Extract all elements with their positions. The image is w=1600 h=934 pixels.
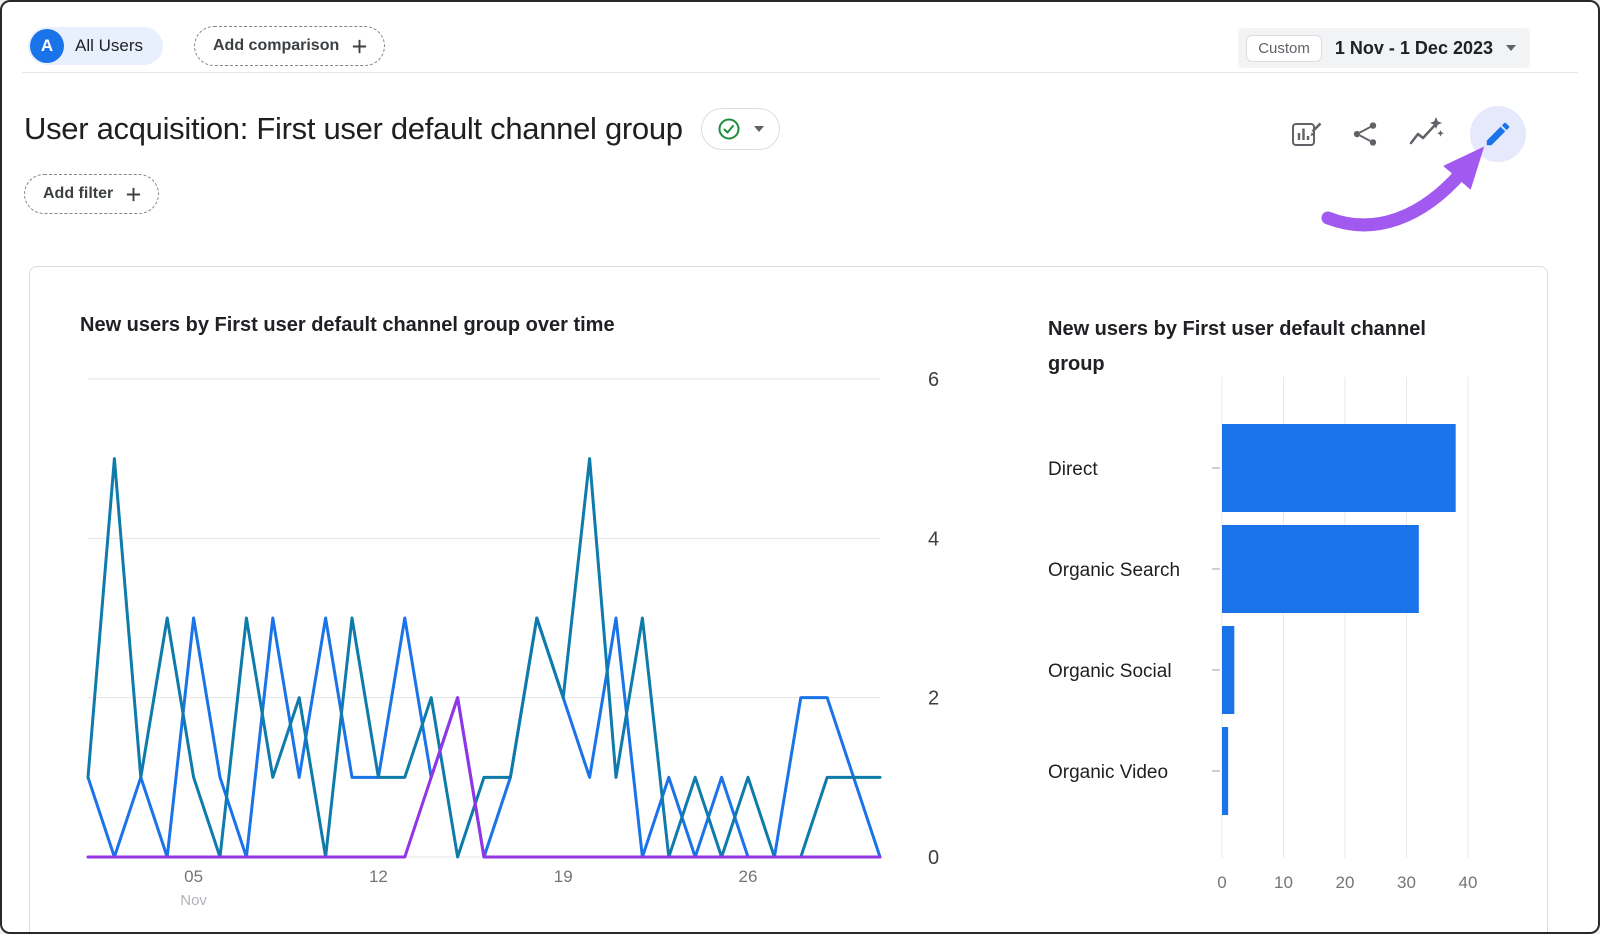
share-button[interactable] [1350,119,1380,149]
customize-report-icon [1290,117,1324,151]
avatar: A [30,29,64,63]
chevron-down-icon [754,126,764,132]
svg-text:2: 2 [928,688,939,710]
svg-text:0: 0 [928,847,939,869]
add-filter-button[interactable]: Add filter [24,174,159,214]
svg-text:Nov: Nov [180,892,207,909]
insights-icon [1406,115,1444,153]
data-quality-badge[interactable] [701,108,780,150]
add-comparison-button[interactable]: Add comparison [194,26,385,66]
plus-icon [351,38,368,55]
page-title: User acquisition: First user default cha… [24,111,683,147]
chevron-down-icon [1506,45,1516,51]
svg-text:Organic Video: Organic Video [1048,762,1168,783]
date-range-label: 1 Nov - 1 Dec 2023 [1335,38,1493,59]
line-chart[interactable]: 0 2 4 6 05 Nov 12 19 26 [80,362,960,922]
add-comparison-label: Add comparison [213,37,339,55]
title-row: User acquisition: First user default cha… [24,108,780,150]
svg-text:10: 10 [1274,873,1293,892]
svg-text:Direct: Direct [1048,459,1098,480]
plus-icon [125,186,142,203]
svg-text:19: 19 [554,867,573,886]
custom-badge: Custom [1246,35,1322,62]
all-users-label: All Users [75,36,143,56]
ga4-report-screen: A All Users Add comparison Custom 1 Nov … [0,0,1600,934]
customize-report-button[interactable] [1290,117,1324,151]
svg-text:05: 05 [184,867,203,886]
svg-text:0: 0 [1217,873,1226,892]
share-icon [1350,119,1380,149]
svg-text:4: 4 [928,528,939,550]
svg-text:30: 30 [1397,873,1416,892]
svg-text:6: 6 [928,369,939,391]
topbar-divider [22,72,1578,73]
svg-text:12: 12 [369,867,388,886]
all-users-chip[interactable]: A All Users [28,27,163,65]
edit-button[interactable] [1470,106,1526,162]
svg-text:Organic Search: Organic Search [1048,560,1180,581]
svg-text:26: 26 [739,867,758,886]
check-circle-icon [717,117,741,141]
toolbar [1290,106,1526,162]
line-chart-title: New users by First user default channel … [80,314,615,337]
svg-text:Organic Social: Organic Social [1048,661,1172,682]
edit-pencil-icon [1483,119,1513,149]
svg-text:20: 20 [1336,873,1355,892]
add-filter-label: Add filter [43,185,113,203]
bar-chart[interactable]: 0 10 20 30 40 Direct Organic Search Organic Soc… [1048,372,1518,912]
svg-text:40: 40 [1459,873,1478,892]
insights-button[interactable] [1406,115,1444,153]
date-range-picker[interactable]: Custom 1 Nov - 1 Dec 2023 [1238,28,1530,68]
